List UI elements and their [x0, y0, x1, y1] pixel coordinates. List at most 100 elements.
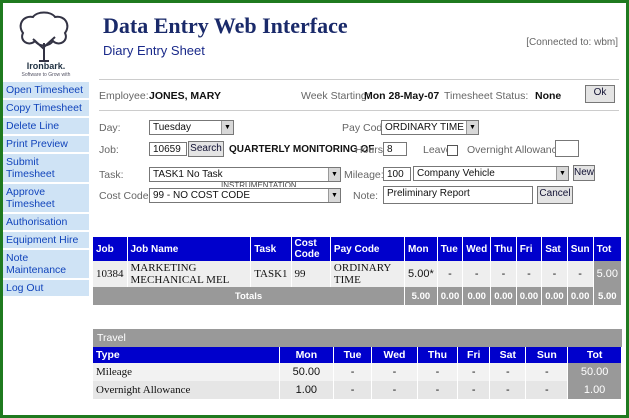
cell: -: [516, 261, 543, 287]
page-subtitle: Diary Entry Sheet: [103, 43, 205, 58]
col-header: Fri: [516, 237, 543, 261]
cell: -: [567, 261, 594, 287]
sidebar-nav: Open Timesheet Copy Timesheet Delete Lin…: [3, 82, 89, 298]
employee-value: JONES, MARY: [149, 90, 221, 102]
cell: ORDINARY TIME: [330, 261, 406, 287]
sidebar-item-open-timesheet[interactable]: Open Timesheet: [3, 82, 89, 100]
sidebar-item-log-out[interactable]: Log Out: [3, 280, 89, 298]
total-cell: 5.00: [593, 287, 623, 305]
cell: -: [489, 381, 527, 399]
cell: TASK1: [250, 261, 292, 287]
search-button[interactable]: Search: [188, 141, 224, 157]
cell: -: [333, 381, 373, 399]
travel-section: Travel Type Mon Tue Wed Thu Fri Sat Sun …: [93, 329, 622, 399]
total-cell: 0.00: [541, 287, 568, 305]
task-overflow-text: INSTRUMENTATION: [221, 181, 297, 187]
col-header: Wed: [371, 347, 418, 363]
chevron-down-icon: ▼: [556, 167, 568, 180]
col-header: Wed: [462, 237, 492, 261]
table-row[interactable]: 10384 MARKETING MECHANICAL MEL TASK1 99 …: [93, 261, 623, 287]
logo-name: Ironbark.: [26, 61, 66, 71]
cell: 10384: [93, 261, 128, 287]
cell: -: [417, 363, 459, 381]
sidebar: Ironbark. Software to Grow with Open Tim…: [3, 3, 89, 415]
note-label: Note:: [353, 190, 379, 202]
day-label: Day:: [99, 122, 121, 134]
mileage-label: Mileage:: [344, 169, 384, 181]
col-header: Fri: [457, 347, 491, 363]
cancel-button[interactable]: Cancel: [537, 186, 573, 204]
task-label: Task:: [99, 169, 124, 181]
col-header: Cost Code: [291, 237, 331, 261]
sidebar-item-copy-timesheet[interactable]: Copy Timesheet: [3, 100, 89, 118]
day-value: Tuesday: [153, 122, 191, 133]
sidebar-item-delete-line[interactable]: Delete Line: [3, 118, 89, 136]
overnight-allowance-label: Overnight Allowance:: [467, 144, 566, 156]
vehicle-select[interactable]: Company Vehicle ▼: [413, 166, 569, 181]
cell: 1.00: [279, 381, 334, 399]
cell: -: [417, 381, 459, 399]
cell-total: 5.00: [593, 261, 623, 287]
cell-total: 1.00: [567, 381, 622, 399]
col-header: Thu: [490, 237, 517, 261]
totals-row: Totals 5.00 0.00 0.00 0.00 0.00 0.00 0.0…: [93, 287, 623, 305]
connection-status: [Connected to: wbm]: [526, 37, 618, 48]
col-header: Sun: [525, 347, 569, 363]
col-header: Job: [93, 237, 128, 261]
col-header: Sun: [567, 237, 594, 261]
cell: -: [490, 261, 517, 287]
cell: -: [333, 363, 373, 381]
cell-total: 50.00: [567, 363, 622, 381]
main-content: Data Entry Web Interface Diary Entry She…: [89, 3, 626, 415]
col-header: Mon: [279, 347, 334, 363]
ok-button[interactable]: Ok: [585, 85, 615, 103]
job-description: QUARTERLY MONITORING OF: [229, 144, 375, 155]
cell: 50.00: [279, 363, 334, 381]
page-title: Data Entry Web Interface: [103, 13, 348, 38]
chevron-down-icon: ▼: [328, 189, 340, 202]
cost-code-label: Cost Code:: [99, 190, 152, 202]
total-cell: 0.00: [516, 287, 543, 305]
total-cell: 0.00: [567, 287, 594, 305]
vehicle-value: Company Vehicle: [417, 168, 495, 179]
sidebar-item-submit-timesheet[interactable]: Submit Timesheet: [3, 154, 89, 184]
col-header: Tue: [437, 237, 464, 261]
col-header: Pay Code: [330, 237, 406, 261]
col-header: Sat: [489, 347, 527, 363]
table-row[interactable]: Overnight Allowance 1.00 - - - - - - 1.0…: [93, 381, 622, 399]
cell: -: [371, 363, 418, 381]
logo-tagline: Software to Grow with: [21, 72, 71, 78]
timesheet-status-label: Timesheet Status:: [444, 90, 529, 102]
cell: Overnight Allowance: [93, 381, 280, 399]
overnight-allowance-input[interactable]: [555, 140, 579, 157]
table-row[interactable]: Mileage 50.00 - - - - - - 50.00: [93, 363, 622, 381]
sidebar-item-approve-timesheet[interactable]: Approve Timesheet: [3, 184, 89, 214]
task-value: TASK1 No Task: [153, 169, 223, 180]
job-label: Job:: [99, 144, 119, 156]
cost-code-select[interactable]: 99 - NO COST CODE ▼: [149, 188, 341, 203]
note-input[interactable]: Preliminary Report: [383, 186, 533, 204]
hours-input[interactable]: 8: [383, 142, 407, 156]
cell: -: [457, 381, 491, 399]
chevron-down-icon: ▼: [221, 121, 233, 134]
cell: 99: [291, 261, 331, 287]
mileage-input[interactable]: 100: [383, 167, 411, 181]
cell: -: [525, 381, 569, 399]
sidebar-item-authorisation[interactable]: Authorisation: [3, 214, 89, 232]
col-header: Task: [250, 237, 292, 261]
cell: -: [541, 261, 568, 287]
cell: -: [525, 363, 569, 381]
job-input[interactable]: 10659: [149, 142, 187, 156]
cell-mon[interactable]: 5.00*: [404, 261, 438, 287]
divider: [99, 110, 619, 111]
task-select[interactable]: TASK1 No Task ▼: [149, 167, 341, 182]
day-select[interactable]: Tuesday ▼: [149, 120, 234, 135]
total-cell: 0.00: [490, 287, 517, 305]
sidebar-item-print-preview[interactable]: Print Preview: [3, 136, 89, 154]
leave-checkbox[interactable]: [447, 145, 458, 156]
new-button[interactable]: New: [573, 165, 595, 181]
sidebar-item-note-maintenance[interactable]: Note Maintenance: [3, 250, 89, 280]
pay-code-select[interactable]: ORDINARY TIME ▼: [381, 120, 479, 135]
travel-caption: Travel: [93, 329, 622, 347]
sidebar-item-equipment-hire[interactable]: Equipment Hire: [3, 232, 89, 250]
